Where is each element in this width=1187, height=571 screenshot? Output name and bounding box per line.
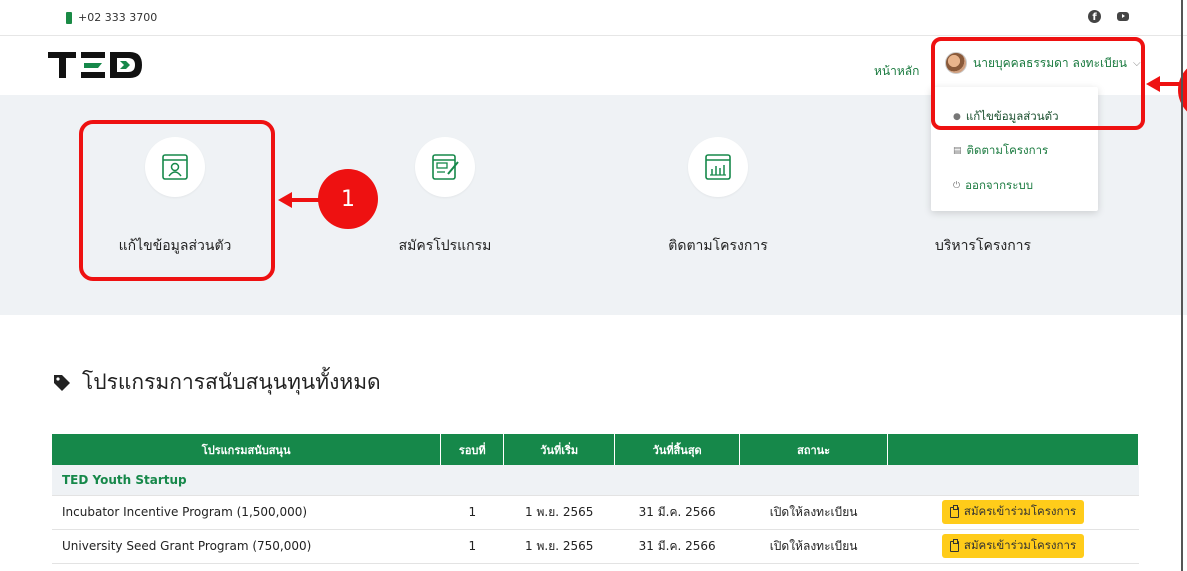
status-cell: เปิดให้ลงทะเบียน (739, 495, 888, 530)
phone-contact[interactable]: +02 333 3700 (66, 11, 157, 24)
annotation-arrow-icon (1146, 76, 1182, 92)
ted-logo[interactable] (48, 50, 144, 84)
form-edit-icon (432, 154, 459, 180)
annotation-number-badge: 1 (318, 169, 378, 229)
section-title-text: โปรแกรมการสนับสนุนทุนทั้งหมด (82, 370, 381, 394)
apply-button-label: สมัครเข้าร่วมโครงการ (963, 504, 1077, 518)
column-header (887, 434, 1139, 465)
menu-item-label: ออกจากระบบ (965, 178, 1034, 192)
nav-home-link[interactable]: หน้าหลัก (874, 62, 919, 81)
apply-project-button[interactable]: สมัครเข้าร่วมโครงการ (941, 500, 1085, 524)
table-row: Incubator Incentive Program (1,500,000) … (52, 495, 1139, 530)
clipboard-icon (949, 538, 959, 552)
menu-item-logout[interactable]: ⏻ ออกจากระบบ (953, 177, 1033, 195)
tile-label: บริหารโครงการ (934, 238, 1032, 254)
annotation-highlight-box (931, 37, 1145, 130)
program-name: University Seed Grant Program (750,000) (52, 529, 441, 564)
round-cell: 1 (440, 495, 504, 530)
start-date-cell: 1 พ.ย. 2565 (503, 495, 615, 530)
apply-project-button[interactable]: สมัครเข้าร่วมโครงการ (941, 534, 1085, 558)
social-links: f (1088, 10, 1129, 23)
tile-icon-circle (415, 137, 475, 197)
column-header: รอบที่ (440, 434, 505, 465)
column-header: วันที่เริ่ม (503, 434, 616, 465)
action-cell: สมัครเข้าร่วมโครงการ (887, 529, 1139, 564)
table-header-row: โปรแกรมสนับสนุน รอบที่ วันที่เริ่ม วันที… (52, 434, 1139, 465)
facebook-icon[interactable]: f (1088, 10, 1101, 23)
clipboard-icon (949, 504, 959, 518)
tile-label: ติดตามโครงการ (668, 238, 768, 254)
youtube-icon[interactable] (1117, 12, 1129, 21)
table-row: University Seed Grant Program (750,000) … (52, 529, 1139, 564)
start-date-cell: 1 พ.ย. 2565 (503, 529, 615, 564)
top-bar: +02 333 3700 f (0, 0, 1187, 36)
tile-track-project[interactable]: ติดตามโครงการ (618, 137, 818, 257)
action-cell: สมัครเข้าร่วมโครงการ (887, 495, 1139, 530)
tile-icon-circle (688, 137, 748, 197)
page: +02 333 3700 f หน้าหลัก นายบุคคลธรรมดา ล… (0, 0, 1187, 571)
phone-icon (66, 11, 72, 24)
ted-logo-icon (48, 52, 142, 78)
annotation-arrow-icon (278, 192, 320, 208)
section-title: โปรแกรมการสนับสนุนทุนทั้งหมด (52, 366, 381, 399)
column-header: วันที่สิ้นสุด (614, 434, 741, 465)
power-icon: ⏻ (953, 181, 961, 191)
annotation-highlight-box (79, 120, 275, 281)
chart-window-icon (705, 154, 731, 180)
end-date-cell: 31 มี.ค. 2566 (614, 495, 740, 530)
list-icon: ▤ (953, 146, 962, 156)
apply-button-label: สมัครเข้าร่วมโครงการ (963, 538, 1077, 552)
end-date-cell: 31 มี.ค. 2566 (614, 529, 740, 564)
status-cell: เปิดให้ลงทะเบียน (739, 529, 888, 564)
column-header: สถานะ (739, 434, 889, 465)
programs-table: โปรแกรมสนับสนุน รอบที่ วันที่เริ่ม วันที… (52, 434, 1139, 564)
group-label: TED Youth Startup (52, 465, 1139, 496)
column-header: โปรแกรมสนับสนุน (52, 434, 442, 465)
window-edge-divider (1181, 0, 1183, 571)
tile-label: สมัครโปรแกรม (398, 238, 492, 254)
phone-number: +02 333 3700 (78, 11, 158, 24)
menu-item-label: ติดตามโครงการ (966, 143, 1049, 157)
round-cell: 1 (440, 529, 504, 564)
program-name: Incubator Incentive Program (1,500,000) (52, 495, 441, 530)
tag-icon (54, 374, 70, 391)
menu-item-track-project[interactable]: ▤ ติดตามโครงการ (953, 142, 1048, 160)
table-group-row: TED Youth Startup (52, 465, 1139, 496)
